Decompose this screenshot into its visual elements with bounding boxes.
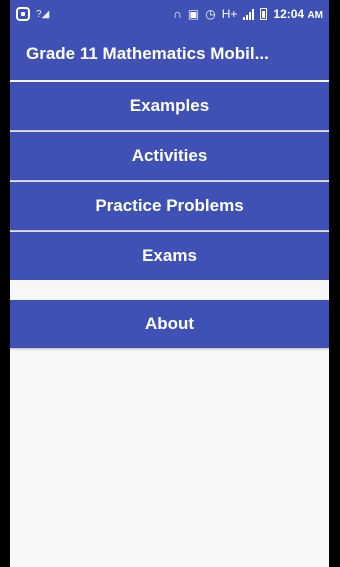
app-bar: Grade 11 Mathematics Mobil...	[10, 28, 329, 80]
clock-time: 12:04	[273, 7, 305, 21]
status-right: ∩ ▣ ◷ H+ 12:04 AM	[173, 7, 323, 21]
menu-spacer	[10, 280, 329, 300]
status-left: ?◢	[16, 7, 49, 21]
main-menu: Examples Activities Practice Problems Ex…	[10, 80, 329, 348]
practice-problems-button[interactable]: Practice Problems	[10, 182, 329, 230]
no-sim-signal-icon: ?◢	[36, 8, 50, 20]
status-clock: 12:04 AM	[273, 7, 323, 21]
headphones-icon: ∩	[173, 7, 182, 21]
app-notification-icon	[16, 7, 30, 21]
battery-icon	[260, 8, 268, 20]
cell-signal-icon	[243, 8, 255, 20]
phone-screen: ?◢ ∩ ▣ ◷ H+ 12:04 AM Grade 11 Mathematic…	[10, 0, 329, 567]
cast-icon: ▣	[187, 7, 200, 21]
app-title: Grade 11 Mathematics Mobil...	[26, 44, 269, 63]
status-bar: ?◢ ∩ ▣ ◷ H+ 12:04 AM	[10, 0, 329, 28]
network-type-label: H+	[221, 7, 238, 21]
examples-button[interactable]: Examples	[10, 82, 329, 130]
activities-button[interactable]: Activities	[10, 132, 329, 180]
alarm-icon: ◷	[205, 7, 216, 21]
clock-suffix: AM	[307, 10, 323, 21]
about-button[interactable]: About	[10, 300, 329, 348]
exams-button[interactable]: Exams	[10, 232, 329, 280]
